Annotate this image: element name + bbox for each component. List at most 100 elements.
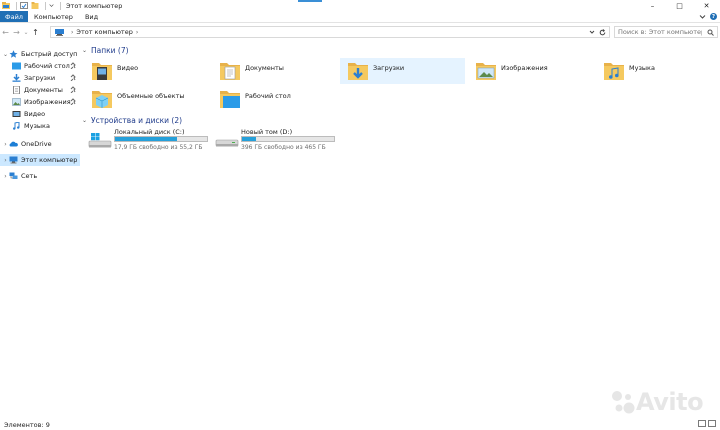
music-folder-icon xyxy=(604,63,624,80)
folder-documents[interactable]: Документы xyxy=(212,58,337,84)
maximize-button[interactable]: □ xyxy=(666,0,693,11)
search-input[interactable] xyxy=(618,28,702,36)
folder-label: Видео xyxy=(117,64,139,72)
sidebar-item-onedrive[interactable]: › OneDrive xyxy=(0,138,80,150)
ribbon-tabs: Файл Компьютер Вид ? xyxy=(0,11,720,23)
expand-icon[interactable]: › xyxy=(2,173,9,180)
new-folder-icon[interactable] xyxy=(31,2,39,9)
folder-pictures[interactable]: Изображения xyxy=(468,58,593,84)
help-icon[interactable]: ? xyxy=(710,13,717,20)
address-bar[interactable]: › Этот компьютер › xyxy=(50,26,610,38)
pin-icon[interactable] xyxy=(70,98,76,105)
3d-objects-folder-icon xyxy=(92,91,112,108)
folder-label: Загрузки xyxy=(373,64,405,72)
sidebar-item-label: Сеть xyxy=(21,172,38,180)
pin-icon[interactable] xyxy=(70,62,76,69)
folder-desktop[interactable]: Рабочий стол xyxy=(212,86,337,112)
sidebar-item-desktop[interactable]: Рабочий стол xyxy=(0,60,80,72)
navigation-bar: ← → ⌄ ↑ › Этот компьютер › xyxy=(0,24,720,40)
sidebar-item-label: Изображения xyxy=(24,98,71,106)
view-switcher xyxy=(698,420,716,427)
content-pane: ⌄ Папки (7) Видео Документы Загрузки Изо… xyxy=(82,40,718,418)
folder-video[interactable]: Видео xyxy=(84,58,209,84)
drives-section-header[interactable]: ⌄ Устройства и диски (2) xyxy=(82,114,712,126)
customize-toolbar-icon[interactable] xyxy=(49,2,54,9)
folder-label: Изображения xyxy=(501,64,548,72)
section-title: Устройства и диски (2) xyxy=(91,115,183,125)
documents-folder-icon xyxy=(220,63,240,80)
desktop-icon xyxy=(12,62,21,70)
properties-icon[interactable] xyxy=(20,2,28,9)
drive-name: Локальный диск (C:) xyxy=(114,128,185,136)
folder-music[interactable]: Музыка xyxy=(596,58,720,84)
collapse-icon[interactable]: ⌄ xyxy=(82,117,90,124)
sidebar-item-quick-access[interactable]: ⌄ Быстрый доступ xyxy=(0,48,80,60)
sidebar-item-label: OneDrive xyxy=(21,140,52,148)
folder-3d-objects[interactable]: Объемные объекты xyxy=(84,86,209,112)
music-icon xyxy=(13,122,20,130)
sidebar-item-video[interactable]: Видео xyxy=(0,108,80,120)
drive-name: Новый том (D:) xyxy=(241,128,293,136)
downloads-icon xyxy=(12,74,21,82)
recent-locations-button[interactable]: ⌄ xyxy=(22,25,30,39)
address-actions xyxy=(589,27,609,37)
breadcrumb-this-pc[interactable]: Этот компьютер xyxy=(76,28,132,36)
expand-ribbon-icon[interactable] xyxy=(699,13,706,20)
star-icon xyxy=(9,50,18,58)
sidebar-item-network[interactable]: › Сеть xyxy=(0,170,80,182)
minimize-button[interactable]: – xyxy=(639,0,666,11)
up-button[interactable]: ↑ xyxy=(30,25,41,39)
collapse-icon[interactable]: ⌄ xyxy=(2,51,9,58)
collapse-icon[interactable]: ⌄ xyxy=(82,47,90,54)
back-button[interactable]: ← xyxy=(0,25,11,39)
tab-file[interactable]: Файл xyxy=(0,11,28,22)
ribbon-right: ? xyxy=(699,11,720,22)
drive-d[interactable]: Новый том (D:) 396 ГБ свободно из 465 ГБ xyxy=(209,128,335,152)
pin-icon[interactable] xyxy=(70,74,76,81)
windows-drive-icon xyxy=(88,133,112,148)
folder-label: Музыка xyxy=(629,64,655,72)
tab-computer[interactable]: Компьютер xyxy=(28,11,79,22)
sidebar-item-this-pc[interactable]: › Этот компьютер xyxy=(0,154,80,166)
folders-section-header[interactable]: ⌄ Папки (7) xyxy=(82,44,712,56)
pictures-icon xyxy=(12,98,21,106)
search-box[interactable] xyxy=(614,26,718,38)
details-view-button[interactable] xyxy=(698,420,706,427)
expand-icon[interactable]: › xyxy=(2,157,9,164)
documents-icon xyxy=(13,86,20,94)
pictures-folder-icon xyxy=(476,63,496,80)
refresh-icon[interactable] xyxy=(599,28,606,36)
tab-view[interactable]: Вид xyxy=(79,11,104,22)
pin-icon[interactable] xyxy=(70,86,76,93)
computer-icon xyxy=(9,156,18,164)
sidebar-item-label: Быстрый доступ xyxy=(21,50,78,58)
address-dropdown-icon[interactable] xyxy=(589,29,595,35)
folder-downloads[interactable]: Загрузки xyxy=(340,58,465,84)
sidebar-item-pictures[interactable]: Изображения xyxy=(0,96,80,108)
sidebar-item-downloads[interactable]: Загрузки xyxy=(0,72,80,84)
computer-icon xyxy=(55,28,64,36)
large-icons-view-button[interactable] xyxy=(708,420,716,427)
drive-usage-bar xyxy=(241,136,335,142)
drive-usage-bar xyxy=(114,136,208,142)
sidebar-item-label: Видео xyxy=(24,110,46,118)
expand-icon[interactable]: › xyxy=(2,141,9,148)
network-icon xyxy=(9,172,18,179)
watermark: Avito xyxy=(610,388,704,416)
breadcrumb-separator[interactable]: › xyxy=(136,29,138,36)
sidebar-item-label: Музыка xyxy=(24,122,50,130)
sidebar-item-documents[interactable]: Документы xyxy=(0,84,80,96)
drive-c[interactable]: Локальный диск (C:) 17,9 ГБ свободно из … xyxy=(82,128,208,152)
search-icon[interactable] xyxy=(707,29,714,36)
watermark-text: Avito xyxy=(636,388,704,416)
sidebar-item-label: Документы xyxy=(24,86,63,94)
breadcrumb-separator[interactable]: › xyxy=(71,29,73,36)
drive-icon xyxy=(215,139,239,147)
forward-button[interactable]: → xyxy=(11,25,22,39)
navigation-pane: ⌄ Быстрый доступ Рабочий стол Загрузки Д… xyxy=(0,48,80,408)
avito-logo-icon xyxy=(612,391,635,414)
title-accent xyxy=(298,0,322,2)
close-button[interactable]: ✕ xyxy=(693,0,720,11)
sidebar-item-music[interactable]: Музыка xyxy=(0,120,80,132)
divider xyxy=(16,1,17,10)
